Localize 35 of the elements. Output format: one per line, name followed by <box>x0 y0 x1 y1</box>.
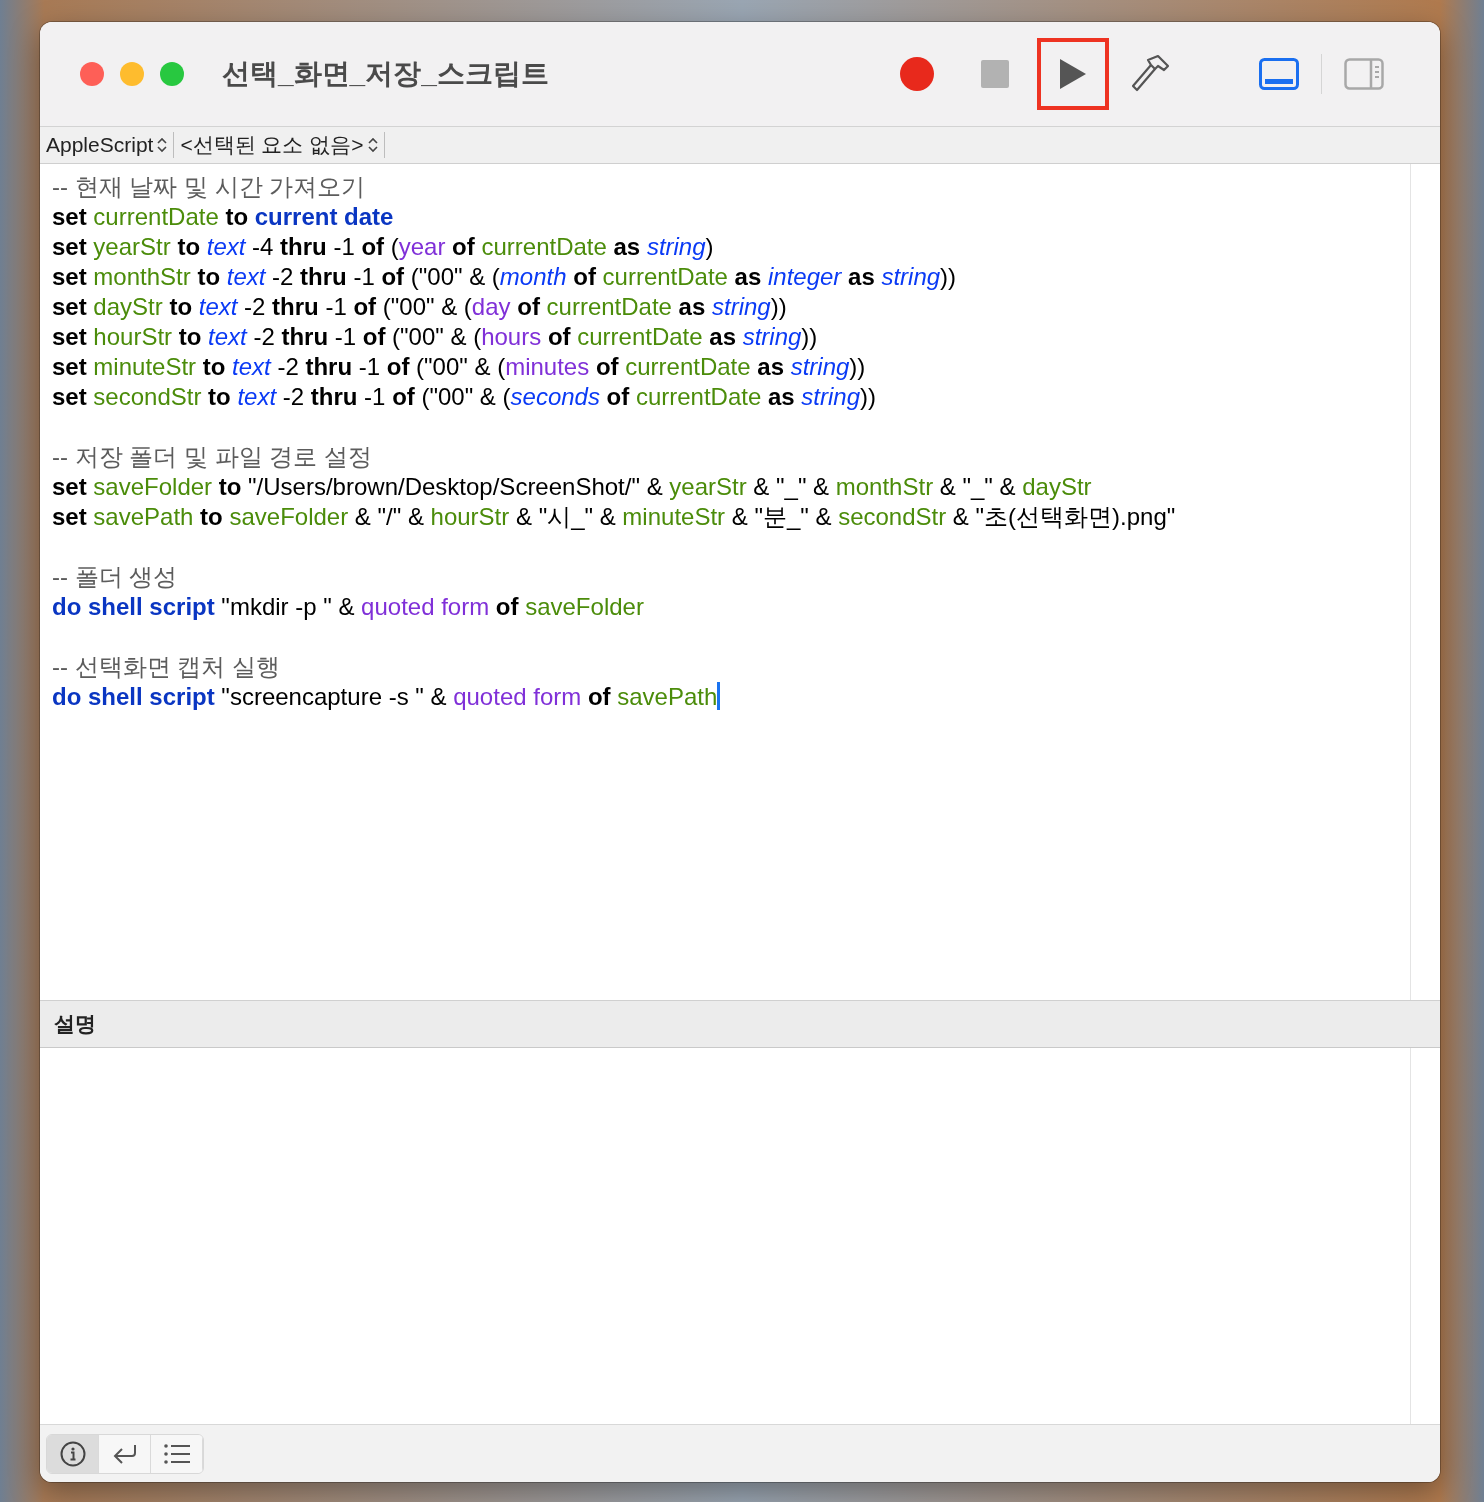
code-line: set currentDate to current date <box>52 202 395 232</box>
window-title: 선택_화면_저장_스크립트 <box>222 57 550 91</box>
close-button[interactable] <box>80 62 104 86</box>
updown-chevron-icon <box>367 137 378 153</box>
code-line: set saveFolder to "/Users/brown/Desktop/ScreenShot/" & yearStr & "_" & monthStr & "_" & dayStr <box>52 472 1093 502</box>
code-line: set yearStr to text -4 thru -1 of (year of currentDate as string) <box>52 232 715 262</box>
code-comment: -- 선택화면 캡처 실행 <box>52 652 281 682</box>
code-line: set monthStr to text -2 thru -1 of ("00" & (month of currentDate as integer as string)) <box>52 262 958 292</box>
bottom-panel-icon <box>1259 58 1299 90</box>
hammer-icon <box>1130 54 1172 94</box>
language-popup[interactable]: AppleScript <box>46 132 175 158</box>
code-line: set hourStr to text -2 thru -1 of ("00" & (hours of currentDate as string)) <box>52 322 819 352</box>
description-title: 설명 <box>54 1011 96 1037</box>
log-view-button[interactable] <box>151 1434 203 1473</box>
code-comment: -- 폴더 생성 <box>52 562 179 592</box>
list-icon <box>162 1442 191 1465</box>
element-popup[interactable]: <선택된 요소 없음> <box>180 132 385 158</box>
code-line: set minuteStr to text -2 thru -1 of ("00" & (minutes of currentDate as string)) <box>52 352 867 382</box>
return-arrow-icon <box>111 1442 138 1465</box>
record-icon <box>899 56 935 92</box>
code-comment: -- 저장 폴더 및 파일 경로 설정 <box>52 442 373 472</box>
info-icon <box>59 1440 86 1467</box>
code-line: do shell script "mkdir -p " & quoted form of saveFolder <box>52 592 645 622</box>
code-line: do shell script "screencapture -s " & quoted form of savePath <box>52 682 1398 712</box>
info-view-button[interactable] <box>47 1434 99 1473</box>
updown-chevron-icon <box>157 137 168 153</box>
sidebar-icon <box>1344 58 1384 90</box>
code-line: set dayStr to text -2 thru -1 of ("00" & (day of currentDate as string)) <box>52 292 788 322</box>
code-line: set savePath to saveFolder & "/" & hourStr & "시_" & minuteStr & "분_" & secondStr & "초(선택화면).png" <box>52 502 1177 532</box>
play-icon <box>1060 59 1086 89</box>
result-view-button[interactable] <box>99 1434 151 1473</box>
code-line: set secondStr to text -2 thru -1 of ("00" & (seconds of currentDate as string)) <box>52 382 877 412</box>
code-comment: -- 현재 날짜 및 시간 가져오기 <box>52 172 367 202</box>
stop-icon <box>981 60 1009 88</box>
run-button[interactable] <box>1037 38 1109 110</box>
